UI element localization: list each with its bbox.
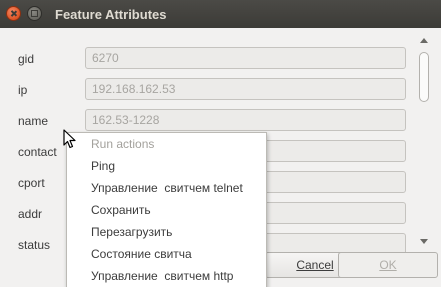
menu-item-reboot[interactable]: Перезагрузить (67, 221, 267, 243)
field-label-cport: cport (18, 176, 45, 190)
field-input-name[interactable]: 162.53-1228 (85, 109, 406, 131)
menu-item-run-actions: Run actions (91, 137, 155, 151)
field-label-gid: gid (18, 52, 35, 66)
cancel-label: Cancel (296, 258, 334, 272)
vertical-scrollbar[interactable] (418, 38, 430, 244)
field-label-addr: addr (18, 207, 43, 221)
scrollbar-thumb[interactable] (419, 52, 429, 102)
ok-label: OK (379, 258, 397, 272)
menu-item-ping[interactable]: Ping (67, 155, 267, 177)
field-label-name: name (18, 114, 49, 128)
scroll-down-icon[interactable] (420, 239, 428, 244)
close-icon[interactable] (6, 6, 21, 21)
ok-button[interactable]: OK (338, 252, 438, 278)
window-title: Feature Attributes (55, 7, 167, 22)
menu-item-switch-status[interactable]: Состояние свитча (67, 243, 267, 265)
field-label-status: status (18, 238, 51, 252)
menu-item-http[interactable]: Управление свитчем http (67, 265, 267, 287)
actions-context-menu: Run actions Ping Управление свитчем teln… (66, 132, 267, 287)
field-row-gid: gid 6270 (0, 47, 441, 71)
mouse-pointer-icon (63, 129, 76, 149)
title-bar[interactable]: Feature Attributes (0, 0, 441, 28)
field-label-ip: ip (18, 83, 28, 97)
feature-attributes-dialog: Feature Attributes gid 6270 ip 192.168.1… (0, 0, 441, 287)
field-input-gid[interactable]: 6270 (85, 47, 406, 69)
menu-item-save[interactable]: Сохранить (67, 199, 267, 221)
field-input-ip[interactable]: 192.168.162.53 (85, 78, 406, 100)
minimize-icon[interactable] (27, 6, 42, 21)
field-row-ip: ip 192.168.162.53 (0, 78, 441, 102)
menu-item-telnet[interactable]: Управление свитчем telnet (67, 177, 267, 199)
scroll-up-icon[interactable] (420, 38, 428, 43)
field-label-contact: contact (18, 145, 57, 159)
